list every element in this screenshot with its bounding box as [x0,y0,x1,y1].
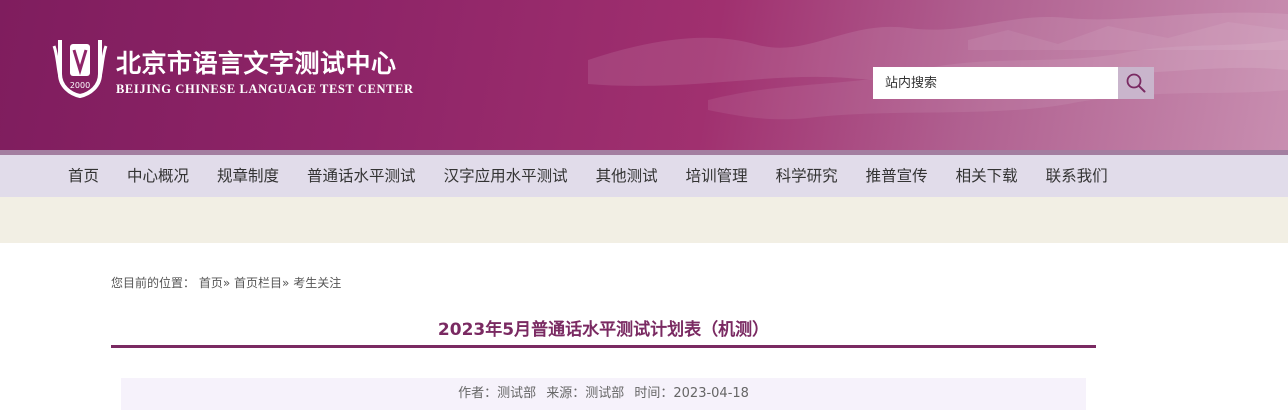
nav-item-home[interactable]: 首页 [54,155,113,197]
nav-item-hanzi-test[interactable]: 汉字应用水平测试 [430,155,582,197]
breadcrumb-link-home[interactable]: 首页» [199,276,230,290]
article-author: 作者：测试部 [458,386,537,401]
article-area: 您目前的位置： 首页» 首页栏目» 考生关注 2023年5月普通话水平测试计划表… [0,243,1288,412]
breadcrumb-prefix: 您目前的位置： [111,276,196,290]
nav-item-contact[interactable]: 联系我们 [1032,155,1122,197]
nav-item-downloads[interactable]: 相关下载 [942,155,1032,197]
search-button[interactable] [1118,67,1154,99]
site-header: 2000 北京市语言文字测试中心 BEIJING CHINESE LANGUAG… [0,0,1288,150]
nav-item-research[interactable]: 科学研究 [762,155,852,197]
main-nav: 首页 中心概况 规章制度 普通话水平测试 汉字应用水平测试 其他测试 培训管理 … [0,155,1288,197]
article-meta: 作者：测试部 来源：测试部 时间：2023-04-18 [121,378,1086,410]
breadcrumb-link-column[interactable]: 首页栏目» [234,276,289,290]
logo-caption: 2000 [70,81,90,90]
site-title: 北京市语言文字测试中心 [116,49,397,78]
article-time: 时间：2023-04-18 [634,386,749,401]
banner-strip [0,197,1288,243]
nav-item-about[interactable]: 中心概况 [113,155,203,197]
article-source: 来源：测试部 [546,386,625,401]
center-logo-icon: 2000 [52,40,108,98]
search-icon [1126,73,1146,93]
breadcrumb: 您目前的位置： 首页» 首页栏目» 考生关注 [111,274,341,291]
site-subtitle: BEIJING CHINESE LANGUAGE TEST CENTER [116,82,414,96]
nav-item-regulations[interactable]: 规章制度 [203,155,293,197]
title-divider [111,345,1096,348]
search-input[interactable] [873,67,1118,99]
nav-item-putonghua-test[interactable]: 普通话水平测试 [293,155,430,197]
nav-item-other-tests[interactable]: 其他测试 [582,155,672,197]
article-title: 2023年5月普通话水平测试计划表（机测） [437,320,770,340]
nav-item-training[interactable]: 培训管理 [672,155,762,197]
search-bar [873,67,1154,99]
breadcrumb-link-current[interactable]: 考生关注 [293,276,341,290]
nav-item-promotion[interactable]: 推普宣传 [852,155,942,197]
